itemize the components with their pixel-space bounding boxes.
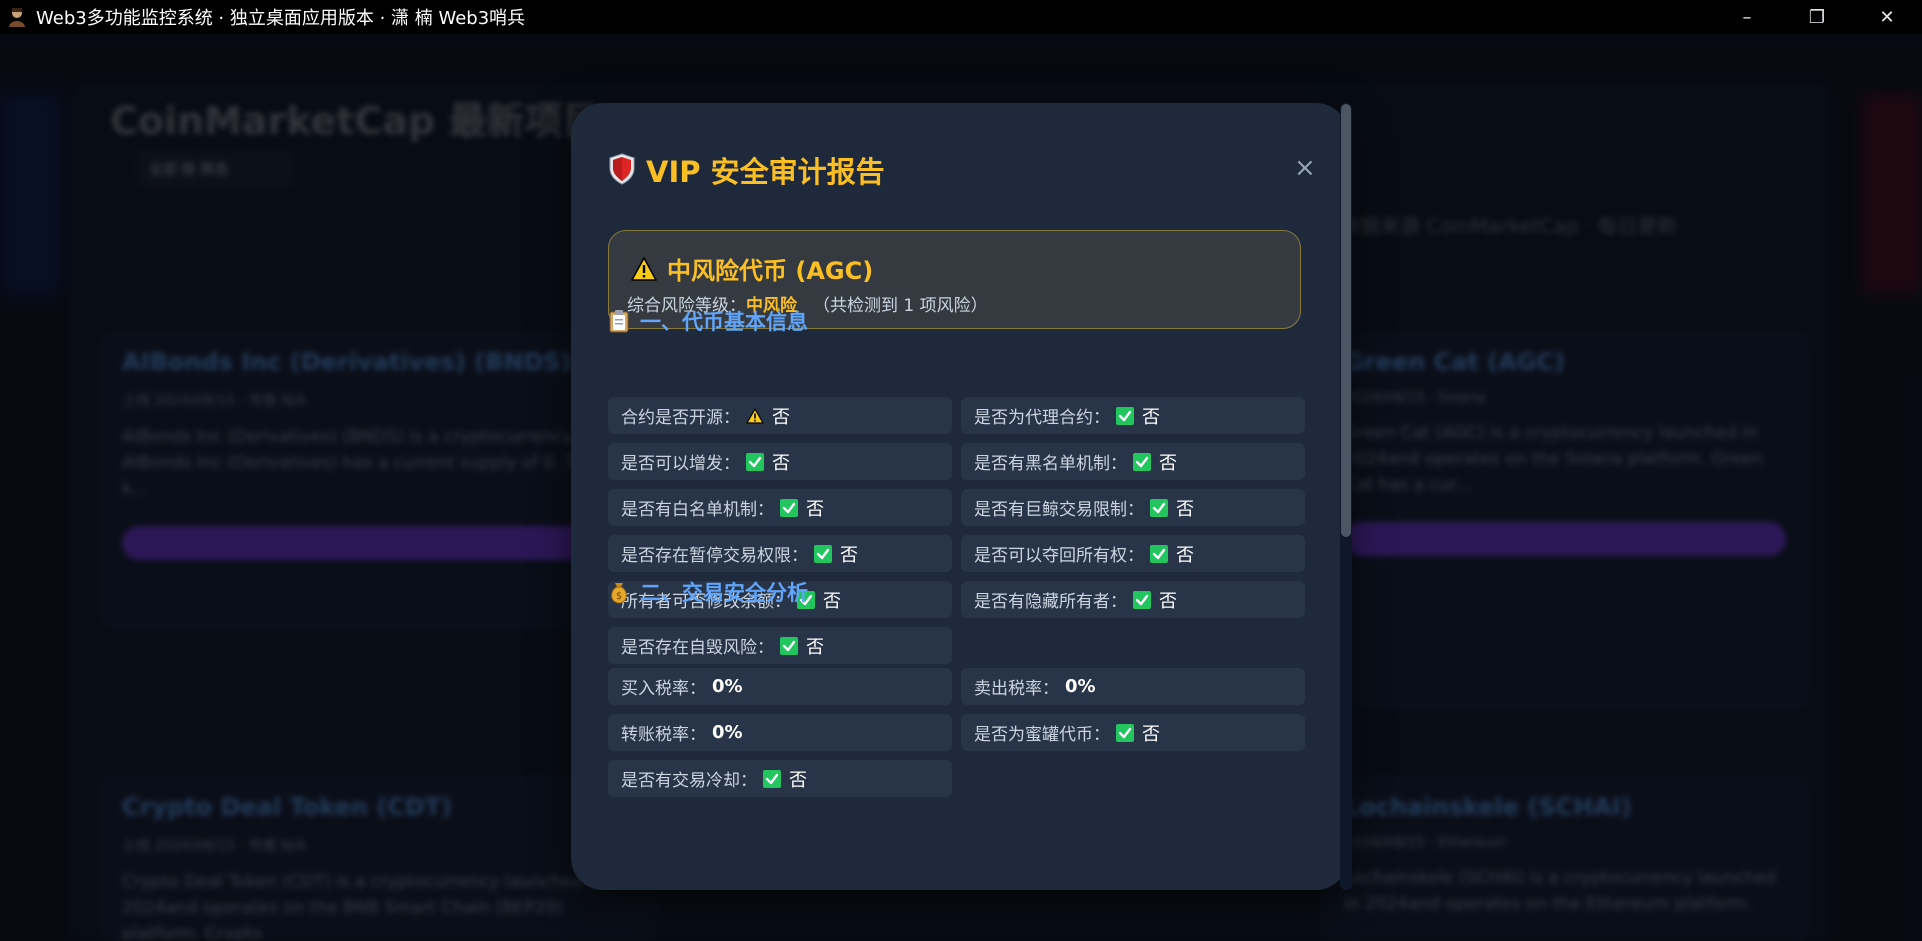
- check-icon: [1133, 452, 1151, 471]
- audit-item-value: 否: [1176, 544, 1194, 566]
- money-bag-icon: $: [611, 583, 627, 604]
- audit-item-label: 是否存在自毁风险：: [621, 638, 774, 658]
- section-title-cutoff: [608, 819, 629, 849]
- check-icon: [746, 452, 764, 471]
- modal-header: VIP 安全审计报告 ×: [608, 103, 1316, 233]
- section-title-trade-safety: $ 二、交易安全分析: [608, 577, 808, 607]
- audit-item-value: 否: [1159, 452, 1177, 474]
- audit-item: 卖出税率： 0%: [961, 668, 1305, 705]
- audit-item-value: 否: [1159, 590, 1177, 612]
- audit-item-value: 否: [1142, 406, 1160, 428]
- audit-item-value: 否: [806, 498, 824, 520]
- audit-item: 是否有白名单机制： 否: [608, 489, 952, 526]
- audit-item: 是否有交易冷却： 否: [608, 760, 952, 797]
- audit-item-label: 合约是否开源：: [621, 408, 740, 428]
- audit-item: 是否存在暂停交易权限： 否: [608, 535, 952, 572]
- risk-count: （共检测到 1 项风险）: [813, 296, 988, 316]
- audit-item-label: 是否可以增发：: [621, 454, 740, 474]
- check-icon: [1150, 498, 1168, 517]
- audit-item: 是否可以增发： 否: [608, 443, 952, 480]
- app-avatar-icon: [9, 8, 25, 27]
- audit-item-value: 否: [1142, 723, 1160, 745]
- warning-icon: [631, 256, 657, 281]
- audit-item-value: 0%: [712, 722, 743, 743]
- audit-item: 是否存在自毁风险： 否: [608, 627, 952, 664]
- audit-item-value: 否: [823, 590, 841, 612]
- warning-icon: [746, 407, 764, 425]
- check-icon: [1116, 723, 1134, 742]
- window-titlebar: Web3多功能监控系统 · 独立桌面应用版本 · 潇 楠 Web3哨兵 – ❐ …: [0, 0, 1922, 34]
- audit-item-value: 否: [1176, 498, 1194, 520]
- risk-title: 中风险代币 (AGC): [667, 257, 874, 285]
- window-title: Web3多功能监控系统 · 独立桌面应用版本 · 潇 楠 Web3哨兵: [36, 8, 526, 29]
- audit-item: 是否为蜜罐代币： 否: [961, 714, 1305, 751]
- section-title-basic-info: 一、代币基本信息: [608, 306, 808, 336]
- audit-item-value: 0%: [712, 676, 743, 697]
- audit-item: 是否为代理合约： 否: [961, 397, 1305, 434]
- security-audit-modal: VIP 安全审计报告 × 中风险代币 (AGC) 综合风险等级：中风险 （共检测到…: [571, 103, 1348, 890]
- modal-scrollbar-thumb[interactable]: [1341, 104, 1351, 537]
- clipboard-icon: [609, 310, 629, 333]
- audit-item-label: 是否有交易冷却：: [621, 771, 757, 791]
- audit-item-label: 是否有黑名单机制：: [974, 454, 1127, 474]
- audit-item-label: 是否为代理合约：: [974, 408, 1110, 428]
- audit-item-label: 是否有白名单机制：: [621, 500, 774, 520]
- minimize-button[interactable]: –: [1712, 0, 1782, 34]
- audit-item-label: 是否有隐藏所有者：: [974, 592, 1127, 612]
- audit-item-value: 否: [772, 452, 790, 474]
- svg-text:$: $: [616, 591, 622, 602]
- audit-item: 合约是否开源： 否: [608, 397, 952, 434]
- check-icon: [1133, 590, 1151, 609]
- audit-item-label: 是否有巨鲸交易限制：: [974, 500, 1144, 520]
- audit-item-value: 否: [840, 544, 858, 566]
- audit-item: 是否有黑名单机制： 否: [961, 443, 1305, 480]
- audit-item-label: 买入税率：: [621, 679, 706, 699]
- maximize-button[interactable]: ❐: [1782, 0, 1852, 34]
- check-icon: [780, 636, 798, 655]
- audit-item: 是否可以夺回所有权： 否: [961, 535, 1305, 572]
- modal-title: VIP 安全审计报告: [646, 155, 885, 189]
- check-icon: [1116, 406, 1134, 425]
- audit-item-value: 否: [772, 406, 790, 428]
- shield-icon: [609, 153, 635, 185]
- audit-item-label: 是否为蜜罐代币：: [974, 725, 1110, 745]
- close-modal-button[interactable]: ×: [1294, 153, 1316, 183]
- audit-item: 是否有隐藏所有者： 否: [961, 581, 1305, 618]
- check-icon: [814, 544, 832, 563]
- audit-item-value: 否: [789, 769, 807, 791]
- audit-item: 买入税率： 0%: [608, 668, 952, 705]
- audit-item: 转账税率： 0%: [608, 714, 952, 751]
- check-icon: [763, 769, 781, 788]
- audit-item: 是否有巨鲸交易限制： 否: [961, 489, 1305, 526]
- check-icon: [780, 498, 798, 517]
- audit-item-label: 是否存在暂停交易权限：: [621, 546, 808, 566]
- audit-item-label: 卖出税率：: [974, 679, 1059, 699]
- audit-item-value: 0%: [1065, 676, 1096, 697]
- check-icon: [1150, 544, 1168, 563]
- audit-item-label: 转账税率：: [621, 725, 706, 745]
- close-window-button[interactable]: ✕: [1852, 0, 1922, 34]
- audit-item-value: 否: [806, 636, 824, 658]
- audit-item-label: 是否可以夺回所有权：: [974, 546, 1144, 566]
